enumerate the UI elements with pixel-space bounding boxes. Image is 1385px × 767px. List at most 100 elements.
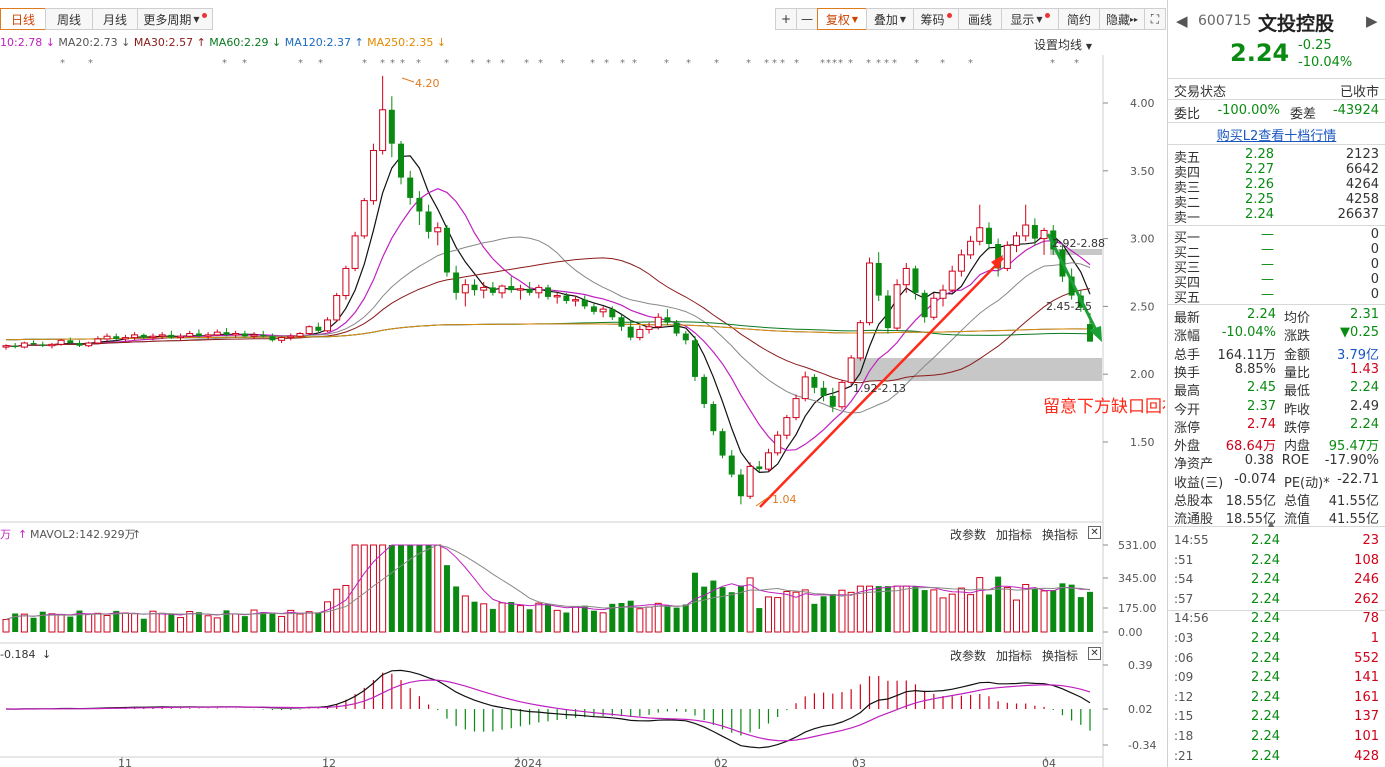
candle-body — [627, 326, 634, 338]
candle-body — [369, 149, 377, 202]
stat-label: 量比 — [1284, 365, 1311, 381]
candle-body — [654, 316, 662, 328]
event-star-icon: * — [848, 58, 853, 69]
tick-price: 2.24 — [1251, 572, 1280, 588]
candle-body — [664, 317, 671, 323]
ask-volume: 26637 — [1337, 207, 1379, 222]
weicha-value: -43924 — [1332, 103, 1379, 118]
candle-body — [847, 357, 855, 383]
volume-bar — [1040, 590, 1048, 633]
volume-bar — [516, 605, 524, 633]
stat-value: 95.47万 — [1328, 439, 1379, 455]
volume-bar — [673, 607, 680, 632]
event-star-icon: * — [298, 58, 303, 69]
candle-body — [398, 143, 405, 178]
stat-label: 总手 — [1174, 347, 1201, 363]
volume-bar — [121, 612, 129, 633]
stat-value: 41.55亿 — [1328, 494, 1379, 509]
tick-price: 2.24 — [1251, 748, 1280, 764]
next-stock-icon[interactable]: ▶ — [1366, 12, 1378, 30]
stat-label: 最低 — [1284, 384, 1311, 400]
date-tick-label: 11 — [118, 757, 132, 767]
volume-axis: 531.00 345.00 175.00 0.00 — [1103, 539, 1157, 639]
volume-bar — [1013, 599, 1021, 633]
volume-bar — [241, 616, 248, 632]
event-star-icon: * — [60, 58, 65, 69]
volume-bar — [847, 591, 855, 633]
candle-body — [434, 227, 442, 233]
volume-bar — [489, 608, 496, 632]
tick-price: 2.24 — [1251, 631, 1280, 646]
event-star-icon: * — [416, 58, 421, 69]
stat-value: 18.55亿 — [1225, 512, 1276, 528]
price-change: -0.25 — [1298, 38, 1332, 53]
prev-stock-icon[interactable]: ◀ — [1176, 12, 1188, 30]
event-star-icon: * — [318, 58, 323, 69]
candle-body — [701, 376, 708, 405]
tick-volume: 246 — [1354, 572, 1379, 588]
candle-body — [195, 333, 202, 337]
ask-label: 卖一 — [1174, 211, 1201, 226]
tick-volume: 78 — [1362, 611, 1379, 627]
volume-bar — [912, 586, 919, 632]
volume-bar — [398, 545, 405, 632]
volume-bar — [305, 611, 313, 633]
buy-l2-link[interactable]: 购买L2查看十档行情 — [1168, 125, 1385, 144]
candle-body — [241, 333, 248, 337]
event-star-icon: * — [486, 58, 491, 69]
volume-add-indicator[interactable]: 加指标 — [996, 526, 1032, 543]
candle-body — [250, 334, 258, 337]
date-axis: 11 12 2024 02 03 04 — [118, 757, 1056, 767]
volume-bar — [553, 609, 561, 633]
event-star-icon: * — [524, 58, 529, 69]
volume-unit: 万 — [0, 528, 11, 541]
event-star-icon: * — [794, 58, 799, 69]
tick-row: 14:56 2.24 78 — [1174, 611, 1379, 626]
candle-body — [553, 295, 561, 298]
stat-value: 2.24 — [1350, 380, 1379, 396]
stat-label: 涨幅 — [1174, 329, 1201, 345]
last-price: 2.24 — [1230, 39, 1290, 67]
divider — [1168, 122, 1385, 123]
volume-bar — [774, 597, 782, 633]
macd-add-indicator[interactable]: 加指标 — [996, 647, 1032, 664]
stat-value: 2.24 — [1247, 307, 1276, 322]
candle-body — [480, 286, 488, 291]
volume-bar — [957, 587, 965, 633]
volume-bar — [232, 613, 240, 633]
candle-body — [113, 336, 120, 339]
tick-volume: 1 — [1370, 631, 1379, 646]
volume-close-icon[interactable]: ✕ — [1088, 526, 1102, 539]
candle-body — [443, 227, 450, 273]
tick-row: :15 2.24 137 — [1174, 709, 1379, 724]
volume-bar — [627, 600, 634, 632]
price-tick-label: 3.00 — [1130, 233, 1155, 246]
tick-volume: 141 — [1354, 670, 1379, 686]
stat-value: 41.55亿 — [1328, 512, 1379, 528]
weicha-label: 委差 — [1290, 107, 1317, 122]
date-tick-label: 02 — [714, 757, 728, 767]
candle-body — [168, 334, 175, 338]
stat-label: 换手 — [1174, 365, 1201, 381]
volume-edit-params[interactable]: 改参数 — [950, 526, 986, 543]
stat-value: 164.11万 — [1217, 347, 1277, 363]
candle-body — [315, 326, 322, 331]
volume-bar — [682, 604, 689, 632]
collapse-up-icon[interactable]: ▲ — [1268, 519, 1274, 528]
stat-label: 内盘 — [1284, 439, 1311, 455]
volume-bar — [416, 545, 423, 632]
volume-switch-indicator[interactable]: 换指标 — [1042, 526, 1078, 543]
volume-bar — [930, 589, 938, 633]
stat-row: 外盘 68.64万 内盘 95.47万 — [1174, 435, 1379, 454]
tick-time: :12 — [1174, 689, 1194, 704]
tick-volume: 552 — [1354, 650, 1379, 666]
candle-body — [967, 240, 975, 256]
macd-switch-indicator[interactable]: 换指标 — [1042, 647, 1078, 664]
candle-body — [774, 434, 782, 454]
candle-body — [866, 262, 874, 324]
macd-edit-params[interactable]: 改参数 — [950, 647, 986, 664]
candle-body — [416, 197, 423, 212]
volume-bar — [480, 603, 488, 633]
macd-close-icon[interactable]: ✕ — [1088, 647, 1102, 660]
weibi-label: 委比 — [1174, 107, 1201, 122]
